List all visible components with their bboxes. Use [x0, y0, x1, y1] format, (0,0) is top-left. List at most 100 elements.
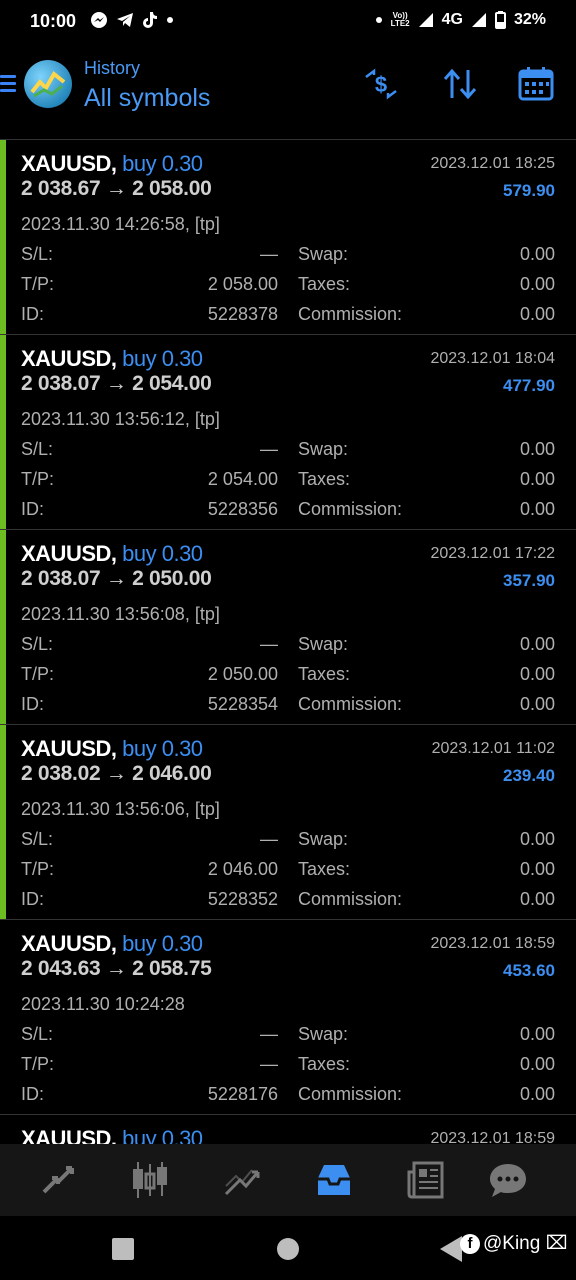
deal-side: buy 0.30 [122, 541, 203, 566]
deal-row-sl: S/L: — Swap: 0.00 [21, 1024, 555, 1048]
commission-label: Commission: [298, 304, 403, 324]
news-icon [407, 1161, 444, 1199]
watermark-text: @King ⌧ [483, 1233, 568, 1254]
currency-filter-button[interactable]: $ [361, 64, 401, 104]
app-logo [24, 60, 72, 108]
system-navigation: f @King ⌧ [0, 1216, 576, 1280]
deal-row-tp: T/P: 2 054.00 Taxes: 0.00 [21, 469, 555, 493]
deal-close-time: 2023.12.01 18:59 [430, 1130, 555, 1144]
deal-close-time: 2023.12.01 17:22 [430, 545, 555, 562]
deal-item[interactable]: XAUUSD, buy 0.30 2 038.07 → 2 054.00 202… [0, 334, 576, 529]
id-label: ID: [21, 304, 45, 324]
taxes-label: Taxes: [298, 1054, 351, 1074]
commission-label: Commission: [298, 694, 403, 714]
commission-label: Commission: [298, 889, 403, 909]
deal-side: buy 0.30 [122, 736, 203, 761]
deal-item[interactable]: XAUUSD, buy 0.30 2 038.02 → 2 046.00 202… [0, 724, 576, 919]
commission-value: 0.00 [519, 304, 555, 324]
signal-icon [418, 13, 433, 27]
deal-profit: 239.40 [503, 766, 555, 785]
deal-row-tp: T/P: — Taxes: 0.00 [21, 1054, 555, 1078]
taxes-label: Taxes: [298, 469, 351, 489]
facebook-icon: f [460, 1233, 480, 1254]
deal-symbol: XAUUSD, [21, 736, 117, 761]
deal-symbol: XAUUSD, [21, 151, 117, 176]
deal-open-time: 2023.11.30 10:24:28 [21, 994, 185, 1014]
commission-value: 0.00 [519, 1084, 555, 1104]
tp-label: T/P: [21, 1054, 55, 1074]
notification-icons [90, 11, 174, 29]
sl-label: S/L: [21, 244, 54, 264]
watermark: f @King ⌧ [460, 1232, 568, 1255]
sort-button[interactable] [440, 64, 480, 104]
deal-item[interactable]: XAUUSD, buy 0.30 2023.12.01 18:59 [0, 1114, 576, 1144]
volte-indicator: Vo)) LTE2 [391, 12, 410, 28]
back-button[interactable] [440, 1236, 462, 1262]
deal-item[interactable]: XAUUSD, buy 0.30 2 038.07 → 2 050.00 202… [0, 529, 576, 724]
nav-chart[interactable] [126, 1158, 174, 1202]
deal-symbol-line: XAUUSD, buy 0.30 [21, 1126, 203, 1144]
calendar-icon [518, 67, 554, 101]
nav-quotes[interactable] [34, 1158, 82, 1202]
system-icons: Vo)) LTE2 4G 32% [375, 11, 546, 29]
nav-history[interactable] [310, 1158, 358, 1202]
deal-row-id: ID: 5228378 Commission: 0.00 [21, 304, 555, 328]
deal-row-sl: S/L: — Swap: 0.00 [21, 244, 555, 268]
id-label: ID: [21, 694, 45, 714]
deal-open-time: 2023.11.30 13:56:08, [tp] [21, 604, 220, 624]
swap-label: Swap: [298, 1024, 349, 1044]
swap-label: Swap: [298, 439, 349, 459]
recents-button[interactable] [112, 1238, 134, 1260]
deal-symbol: XAUUSD, [21, 931, 117, 956]
tp-value: 2 054.00 [207, 469, 278, 489]
sl-label: S/L: [21, 634, 54, 654]
id-value: 5228354 [207, 694, 278, 714]
deal-prices: 2 038.67 → 2 058.00 [21, 177, 212, 200]
deal-row-tp: T/P: 2 050.00 Taxes: 0.00 [21, 664, 555, 688]
deal-symbol: XAUUSD, [21, 346, 117, 371]
id-value: 5228378 [207, 304, 278, 324]
deal-close-time: 2023.12.01 18:04 [430, 350, 555, 367]
swap-label: Swap: [298, 829, 349, 849]
taxes-value: 0.00 [519, 469, 555, 489]
dot-icon [375, 17, 382, 23]
deal-profit: 477.90 [503, 376, 555, 395]
sl-value: — [260, 1024, 278, 1044]
tp-label: T/P: [21, 664, 55, 684]
sl-value: — [260, 439, 278, 459]
history-list[interactable]: XAUUSD, buy 0.30 2 038.67 → 2 058.00 202… [0, 139, 576, 1144]
menu-icon[interactable] [0, 75, 16, 93]
taxes-value: 0.00 [519, 1054, 555, 1074]
page-title[interactable]: All symbols [84, 84, 210, 113]
tp-value: 2 058.00 [207, 274, 278, 294]
tiktok-icon [143, 12, 157, 28]
telegram-icon [117, 13, 133, 27]
nav-news[interactable] [402, 1158, 450, 1202]
deal-prices: 2 038.02 → 2 046.00 [21, 762, 212, 785]
tp-label: T/P: [21, 274, 55, 294]
sl-value: — [260, 829, 278, 849]
swap-value: 0.00 [519, 634, 555, 654]
chat-icon [490, 1164, 526, 1197]
deal-item[interactable]: XAUUSD, buy 0.30 2 038.67 → 2 058.00 202… [0, 139, 576, 334]
deal-symbol-line: XAUUSD, buy 0.30 [21, 151, 203, 177]
commission-value: 0.00 [519, 499, 555, 519]
tp-value: 2 046.00 [207, 859, 278, 879]
dollar-exchange-icon: $ [365, 68, 397, 100]
sl-label: S/L: [21, 1024, 54, 1044]
history-icon [318, 1165, 350, 1195]
calendar-button[interactable] [516, 64, 556, 104]
deal-accent-bar [0, 335, 6, 529]
deal-open-time: 2023.11.30 13:56:12, [tp] [21, 409, 220, 429]
nav-chat[interactable] [484, 1158, 532, 1202]
home-button[interactable] [277, 1238, 299, 1260]
deal-close-time: 2023.12.01 18:25 [430, 155, 555, 172]
id-label: ID: [21, 499, 45, 519]
sl-value: — [260, 244, 278, 264]
deal-item[interactable]: XAUUSD, buy 0.30 2 043.63 → 2 058.75 202… [0, 919, 576, 1114]
deal-symbol-line: XAUUSD, buy 0.30 [21, 736, 203, 762]
tp-value: — [260, 1054, 278, 1074]
nav-trade[interactable] [218, 1158, 266, 1202]
deal-symbol-line: XAUUSD, buy 0.30 [21, 541, 203, 567]
deal-side: buy 0.30 [122, 931, 203, 956]
